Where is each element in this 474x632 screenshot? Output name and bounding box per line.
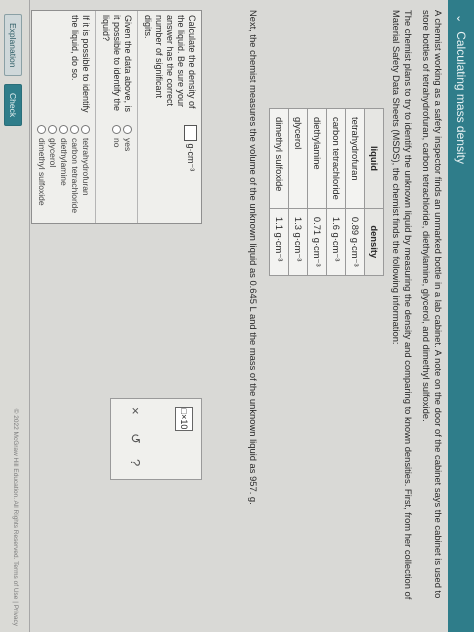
help-icon[interactable]: ?	[128, 459, 143, 466]
radio-icon[interactable]	[81, 125, 90, 134]
footer-bar: Explanation Check © 2022 McGraw Hill Edu…	[0, 0, 30, 632]
radio-icon[interactable]	[59, 125, 68, 134]
option-label: diethylamine	[59, 138, 69, 186]
liquid-options: tetrahydrofuran carbon tetrachloride die…	[36, 119, 91, 219]
option-dimethyl-sulfoxide[interactable]: dimethyl sulfoxide	[36, 125, 47, 219]
copyright-text: © 2022 McGraw Hill Education. All Rights…	[12, 408, 19, 626]
option-no[interactable]: no	[111, 125, 122, 219]
rotated-screen: ⌄ Calculating mass density A chemist wor…	[0, 0, 474, 632]
table-header-row: liquid density	[364, 108, 384, 276]
option-label: dimethyl sulfoxide	[37, 138, 47, 206]
intro-paragraph-2: The chemist plans to try to identify the…	[391, 10, 414, 600]
option-diethylamine[interactable]: diethylamine	[58, 125, 69, 219]
density-cell: 1.6 g·cm⁻³	[326, 208, 346, 276]
option-label: glycerol	[48, 138, 58, 168]
header-liquid: liquid	[364, 108, 384, 209]
question-identify-text: Given the data above, is it possible to …	[101, 15, 133, 113]
intro-paragraph-1: A chemist working as a safety inspector …	[421, 10, 444, 599]
question-liquid-text: If it is possible to identify the liquid…	[70, 15, 91, 113]
option-yes[interactable]: yes	[122, 125, 133, 219]
table-row: tetrahydrofuran 0.89 g·cm⁻³	[345, 108, 365, 276]
option-label: tetrahydrofuran	[81, 138, 91, 196]
title-bar: ⌄ Calculating mass density	[448, 0, 474, 632]
table-row: dimethyl sulfoxide 1.1 g·cm⁻³	[269, 108, 289, 276]
question-box: Calculate the density of the liquid. Be …	[31, 10, 202, 224]
density-unit: g·cm⁻³	[186, 143, 197, 172]
option-label: carbon tetrachloride	[70, 138, 80, 214]
density-cell: 1.1 g·cm⁻³	[269, 208, 289, 276]
liquid-cell: tetrahydrofuran	[345, 108, 365, 209]
undo-icon[interactable]: ↺	[127, 433, 143, 444]
density-table: liquid density tetrahydrofuran 0.89 g·cm…	[269, 108, 384, 276]
question-row-density: Calculate the density of the liquid. Be …	[137, 11, 201, 223]
radio-icon[interactable]	[123, 125, 132, 134]
scientific-notation-button[interactable]: □×10	[175, 407, 193, 431]
question-density-text: Calculate the density of the liquid. Be …	[143, 15, 197, 109]
identify-options: yes no	[100, 119, 133, 219]
radio-icon[interactable]	[37, 125, 46, 134]
table-row: glycerol 1.3 g·cm⁻³	[288, 108, 308, 276]
clear-icon[interactable]: ×	[128, 407, 143, 415]
header-density: density	[364, 208, 384, 276]
liquid-cell: dimethyl sulfoxide	[269, 108, 289, 209]
check-button[interactable]: Check	[4, 84, 22, 127]
density-answer: g·cm⁻³	[142, 119, 197, 219]
table-row: carbon tetrachloride 1.6 g·cm⁻³	[326, 108, 346, 276]
question-row-identify: Given the data above, is it possible to …	[95, 11, 137, 223]
radio-icon[interactable]	[48, 125, 57, 134]
chevron-down-icon[interactable]: ⌄	[455, 14, 468, 23]
density-cell: 0.71 g·cm⁻³	[307, 208, 327, 276]
option-glycerol[interactable]: glycerol	[47, 125, 58, 219]
density-cell: 1.3 g·cm⁻³	[288, 208, 308, 276]
liquid-cell: diethylamine	[307, 108, 327, 209]
answer-tools-panel: □×10 × ↺ ?	[110, 398, 202, 480]
page-title: Calculating mass density	[454, 31, 468, 164]
option-label: no	[112, 138, 122, 148]
liquid-cell: glycerol	[288, 108, 308, 209]
problem-content: A chemist working as a safety inspector …	[241, 10, 444, 610]
option-tetrahydrofuran[interactable]: tetrahydrofuran	[80, 125, 91, 219]
radio-icon[interactable]	[112, 125, 121, 134]
measurement-text: Next, the chemist measures the volume of…	[248, 10, 259, 505]
radio-icon[interactable]	[70, 125, 79, 134]
explanation-button[interactable]: Explanation	[4, 14, 22, 77]
density-cell: 0.89 g·cm⁻³	[345, 208, 365, 276]
table-row: diethylamine 0.71 g·cm⁻³	[307, 108, 327, 276]
density-input[interactable]	[184, 125, 197, 141]
option-label: yes	[123, 138, 133, 152]
liquid-cell: carbon tetrachloride	[326, 108, 346, 209]
option-carbon-tetrachloride[interactable]: carbon tetrachloride	[69, 125, 80, 219]
question-row-liquid: If it is possible to identify the liquid…	[32, 11, 95, 223]
